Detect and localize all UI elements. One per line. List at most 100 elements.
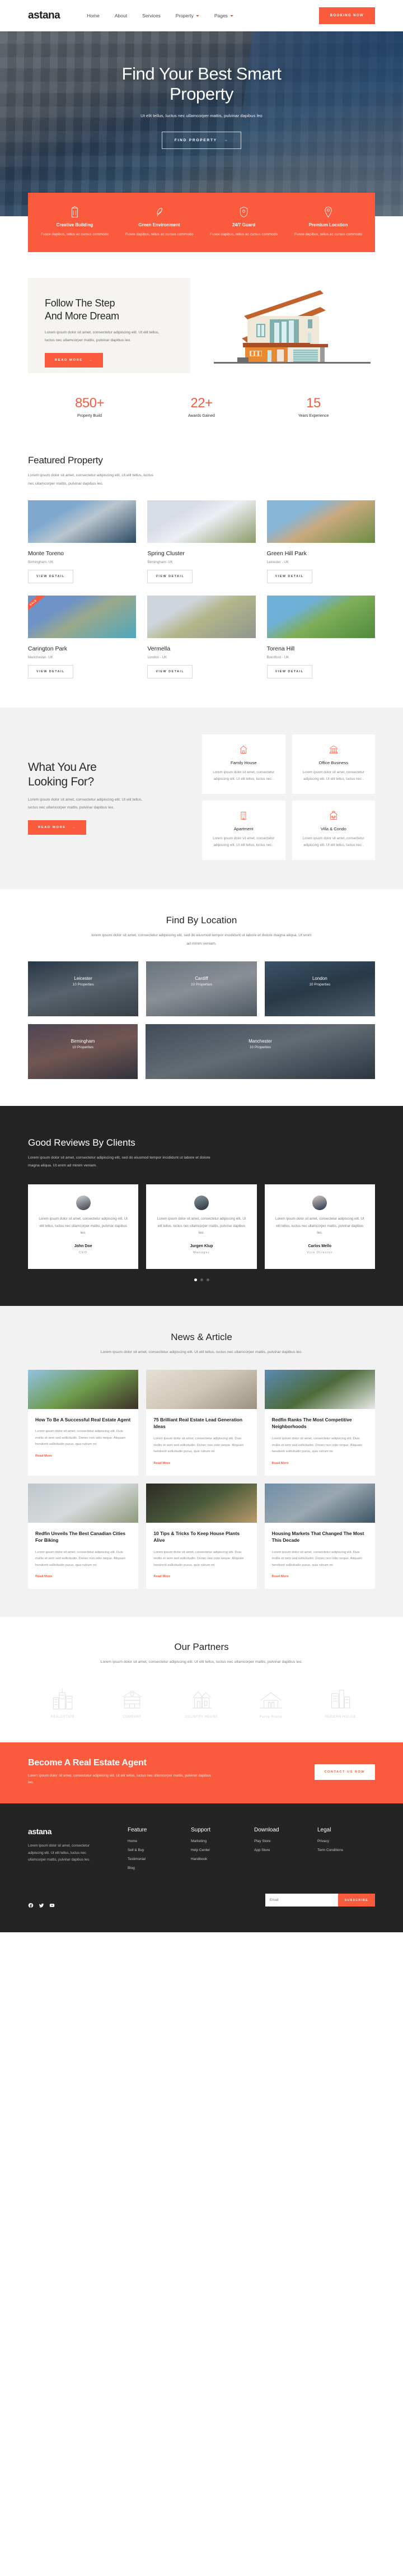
news-card-text: Lorem ipsum dolor sit amet, consectetur …: [153, 1550, 249, 1569]
contact-us-now-button[interactable]: CONTACT US NOW: [315, 1764, 375, 1780]
subscribe-button[interactable]: SUBSCRIBE: [338, 1894, 375, 1907]
nav-item-property[interactable]: Property: [176, 13, 199, 18]
feature-text: Fusce dapibus, tellus ac cursus commodo: [207, 231, 280, 238]
looking-card[interactable]: Villa & Condo Lorem ipsum dolor sit amet…: [292, 801, 376, 860]
read-more-link[interactable]: Read More: [35, 1454, 52, 1458]
view-detail-button[interactable]: VIEW DETAIL: [147, 570, 193, 583]
find-property-button[interactable]: FIND PROPERTY →: [162, 132, 241, 149]
property-location: Birmingham- UK: [28, 560, 136, 564]
footer-logo[interactable]: astana: [28, 1827, 122, 1836]
avatar: [194, 1196, 209, 1210]
footer-link[interactable]: Privacy: [317, 1839, 375, 1843]
property-location: Manchester- UK: [28, 655, 136, 659]
footer-link[interactable]: Home: [128, 1839, 185, 1843]
footer-link[interactable]: Blog: [128, 1866, 185, 1870]
carousel-dot[interactable]: [194, 1278, 197, 1281]
view-detail-button[interactable]: VIEW DETAIL: [147, 665, 193, 678]
location-name: London: [265, 976, 375, 981]
brand-logo[interactable]: astana: [28, 10, 60, 22]
hero-section: Find Your Best Smart Property Ut elit te…: [0, 31, 403, 216]
property-card[interactable]: Vermella London - UK VIEW DETAIL: [147, 596, 255, 678]
nav-item-services[interactable]: Services: [142, 13, 161, 18]
location-overlay: [146, 961, 256, 1016]
location-card[interactable]: Manchester 10 Properties: [146, 1024, 375, 1079]
looking-card[interactable]: Apartment Lorem ipsum dolor sit amet, co…: [202, 801, 285, 860]
news-card[interactable]: 10 Tips & Tricks To Keep House Plants Al…: [146, 1484, 256, 1589]
news-card[interactable]: 75 Brilliant Real Estate Lead Generation…: [146, 1370, 256, 1476]
view-detail-button[interactable]: VIEW DETAIL: [267, 570, 312, 583]
view-detail-button[interactable]: VIEW DETAIL: [267, 665, 312, 678]
footer-link[interactable]: Play Store: [254, 1839, 312, 1843]
location-count: 10 Properties: [146, 983, 256, 987]
footer-brand-block: astana Lorem ipsum dolor sit amet, conse…: [28, 1827, 122, 1875]
reviews-carousel-dots[interactable]: [28, 1278, 375, 1281]
news-card[interactable]: Housing Markets That Changed The Most Th…: [265, 1484, 375, 1589]
location-card[interactable]: Birmingham 10 Properties: [28, 1024, 138, 1079]
looking-for-cards: Family House Lorem ipsum dolor sit amet,…: [202, 734, 375, 860]
read-more-link[interactable]: Read More: [153, 1462, 170, 1465]
youtube-icon[interactable]: [49, 1901, 55, 1907]
footer-link[interactable]: App Store: [254, 1848, 312, 1852]
property-card[interactable]: Spring Cluster Birmingham- UK VIEW DETAI…: [147, 500, 255, 583]
read-more-link[interactable]: Read More: [153, 1575, 170, 1578]
partner-label: REALESTATE: [28, 1715, 97, 1719]
review-card: Lorem ipsum dolor sit amet, consectetur …: [28, 1184, 138, 1268]
social-links: [28, 1901, 55, 1907]
partners-section: Our Partners Lorem ipsum dolor sit amet,…: [0, 1617, 403, 1742]
nav-item-about[interactable]: About: [115, 13, 127, 18]
property-thumbnail: [267, 500, 375, 543]
review-author-role: Vice Director: [274, 1251, 366, 1254]
shield-icon: [207, 205, 280, 218]
property-card[interactable]: Monte Toreno Birmingham- UK VIEW DETAIL: [28, 500, 136, 583]
read-more-link[interactable]: Read More: [272, 1575, 289, 1578]
property-name: Vermella: [147, 645, 255, 652]
property-card[interactable]: Torena Hill Brentford - UK VIEW DETAIL: [267, 596, 375, 678]
news-card[interactable]: Redfin Ranks The Most Competitive Neighb…: [265, 1370, 375, 1476]
footer-link[interactable]: Marketing: [191, 1839, 249, 1843]
location-card[interactable]: Leicester 10 Properties: [28, 961, 138, 1016]
footer-link[interactable]: Testimonial: [128, 1857, 185, 1861]
footer-link[interactable]: Handbook: [191, 1857, 249, 1861]
view-detail-button[interactable]: VIEW DETAIL: [28, 570, 73, 583]
location-card[interactable]: London 10 Properties: [265, 961, 375, 1016]
chevron-down-icon: [196, 15, 199, 17]
feature-text: Fusce dapibus, tellus ac cursus commodo: [123, 231, 196, 238]
review-author-role: CEO: [37, 1251, 129, 1254]
footer-link[interactable]: Term Conditions: [317, 1848, 375, 1852]
booking-now-button[interactable]: BOOKING NOW: [319, 7, 375, 24]
site-footer: astana Lorem ipsum dolor sit amet, conse…: [0, 1803, 403, 1932]
looking-card[interactable]: Office Business Lorem ipsum dolor sit am…: [292, 734, 376, 794]
email-input[interactable]: [265, 1894, 338, 1907]
partners-subtitle: Lorem ipsum dolor sit amet, consectetur …: [90, 1658, 313, 1666]
property-card[interactable]: Green Hill Park Leicester - UK VIEW DETA…: [267, 500, 375, 583]
carousel-dot[interactable]: [200, 1278, 203, 1281]
nav-item-pages[interactable]: Pages: [214, 13, 233, 18]
looking-card[interactable]: Family House Lorem ipsum dolor sit amet,…: [202, 734, 285, 794]
follow-step-text: Lorem ipsum dolor sit amet, consectetur …: [45, 329, 162, 345]
read-more-link[interactable]: Read More: [272, 1462, 289, 1465]
bank-icon: [300, 743, 368, 756]
nav-item-home[interactable]: Home: [87, 13, 100, 18]
carousel-dot[interactable]: [207, 1278, 209, 1281]
property-card[interactable]: SALE Carington Park Manchester- UK VIEW …: [28, 596, 136, 678]
looking-card-text: Lorem ipsum dolor sit amet, consectetur …: [300, 769, 368, 783]
facebook-icon[interactable]: [28, 1901, 34, 1907]
read-more-link[interactable]: Read More: [35, 1575, 52, 1578]
twitter-icon[interactable]: [39, 1901, 44, 1907]
chevron-down-icon: [230, 15, 233, 17]
news-grid-row-1: How To Be A Successful Real Estate Agent…: [28, 1370, 375, 1476]
view-detail-button[interactable]: VIEW DETAIL: [28, 665, 73, 678]
skyline-logo-icon: [28, 1686, 97, 1714]
news-card[interactable]: How To Be A Successful Real Estate Agent…: [28, 1370, 138, 1476]
news-card[interactable]: Redfin Unveils The Best Canadian Cities …: [28, 1484, 138, 1589]
footer-link[interactable]: Sell & Buy: [128, 1848, 185, 1852]
review-author-name: Carlos Mello: [274, 1244, 366, 1248]
stats-row: 850+ Property Build 22+ Awards Gained 15…: [34, 373, 369, 444]
location-card[interactable]: Cardiff 10 Properties: [146, 961, 256, 1016]
looking-title-line2: Looking For?: [28, 775, 94, 788]
footer-link[interactable]: Help Center: [191, 1848, 249, 1852]
location-subtitle: lorem ipsum dolor sit amet, consectetur …: [90, 932, 313, 948]
follow-step-read-more-button[interactable]: READ MORE →: [45, 353, 103, 368]
news-thumbnail: [265, 1370, 375, 1409]
looking-read-more-button[interactable]: READ MORE →: [28, 820, 86, 835]
